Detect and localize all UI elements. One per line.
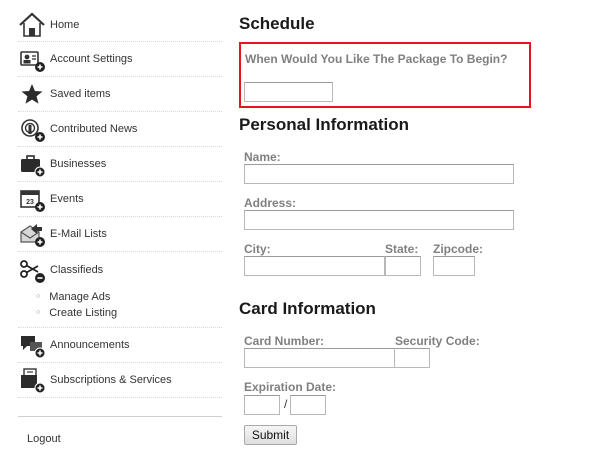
sidebar-item-label: Account Settings (50, 53, 133, 65)
sidebar-item-email-lists[interactable]: E-Mail Lists (18, 217, 222, 252)
personal-info-heading: Personal Information (239, 115, 410, 134)
card-info-heading: Card Information (239, 299, 376, 318)
schedule-heading: Schedule (239, 14, 315, 33)
name-label: Name: (244, 150, 281, 164)
city-label: City: (244, 242, 271, 256)
card-number-input[interactable] (244, 348, 395, 368)
start-date-label: When Would You Like The Package To Begin… (245, 52, 508, 66)
expiration-month-input[interactable] (244, 395, 280, 415)
classifieds-submenu: Manage Ads Create Listing (18, 287, 222, 328)
sidebar-item-label: Classifieds (50, 263, 104, 276)
submit-button[interactable]: Submit (244, 425, 297, 445)
address-label: Address: (244, 196, 297, 210)
sidebar-item-announcements[interactable]: Announcements (18, 328, 222, 363)
scissors-icon (18, 256, 46, 284)
schedule-highlight-box: When Would You Like The Package To Begin… (239, 42, 531, 108)
state-label: State: (385, 242, 419, 256)
city-input[interactable] (244, 256, 385, 276)
home-icon (18, 11, 46, 39)
expiration-date-label: Expiration Date: (244, 380, 337, 394)
sidebar-item-contributed-news[interactable]: Contributed News (18, 112, 222, 147)
svg-text:23: 23 (26, 199, 34, 206)
zipcode-label: Zipcode: (433, 242, 483, 256)
sidebar-item-events[interactable]: 23 Events (18, 182, 222, 217)
expiration-year-input[interactable] (290, 395, 326, 415)
submenu-item-create-listing[interactable]: Create Listing (36, 305, 222, 321)
sidebar-item-account-settings[interactable]: Account Settings (18, 42, 222, 77)
logout-area: Logout (18, 416, 222, 447)
announcement-icon (18, 331, 46, 359)
sidebar-item-saved-items[interactable]: Saved items (18, 77, 222, 112)
sidebar-item-home[interactable]: Home (18, 8, 222, 42)
subscriptions-icon (18, 366, 46, 394)
sidebar-item-label: E-Mail Lists (50, 228, 107, 240)
sidebar-item-label: Announcements (50, 339, 130, 351)
sidebar-item-label: Home (50, 18, 80, 31)
security-code-label: Security Code: (395, 334, 480, 348)
address-input[interactable] (244, 210, 514, 230)
account-settings-icon (18, 45, 46, 73)
logout-link[interactable]: Logout (18, 433, 61, 445)
sidebar-item-label: Contributed News (50, 123, 138, 135)
submenu-item-manage-ads[interactable]: Manage Ads (36, 289, 222, 305)
start-date-input[interactable] (244, 82, 333, 102)
expiration-separator: / (284, 397, 288, 411)
sidebar-item-label: Subscriptions & Services (50, 374, 172, 386)
calendar-icon: 23 (18, 185, 46, 213)
sidebar-item-label: Events (50, 193, 84, 205)
sidebar-item-label: Saved items (50, 88, 111, 100)
news-icon (18, 115, 46, 143)
sidebar-item-businesses[interactable]: Businesses (18, 147, 222, 182)
zipcode-input[interactable] (433, 256, 475, 276)
card-number-label: Card Number: (244, 334, 325, 348)
name-input[interactable] (244, 164, 514, 184)
star-icon (18, 80, 46, 108)
sidebar: Home Account Settings Saved items Contri… (18, 8, 222, 447)
sidebar-item-classifieds[interactable]: Classifieds (18, 252, 222, 287)
briefcase-icon (18, 150, 46, 178)
sidebar-item-subscriptions[interactable]: Subscriptions & Services (18, 363, 222, 398)
email-icon (18, 220, 46, 248)
sidebar-item-label: Businesses (50, 158, 107, 170)
security-code-input[interactable] (394, 348, 430, 368)
state-input[interactable] (385, 256, 421, 276)
